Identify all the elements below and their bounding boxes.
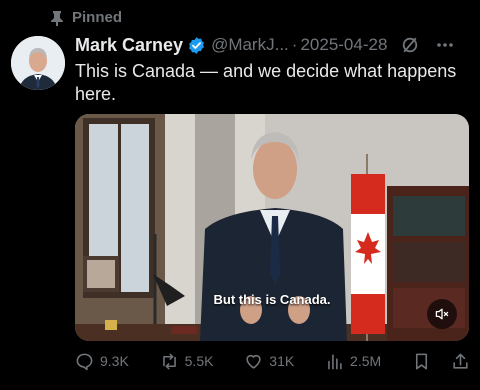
pinned-indicator: Pinned [50, 9, 122, 26]
more-options-icon[interactable] [435, 35, 455, 55]
bookmark-icon [415, 353, 428, 369]
verified-badge-icon[interactable] [187, 36, 206, 55]
avatar[interactable] [11, 36, 65, 90]
reply-icon [76, 353, 93, 370]
secondary-actions [412, 352, 470, 371]
bookmark-button[interactable] [412, 352, 431, 371]
tweet-header: Mark Carney @MarkJ... · 2025-04-28 [75, 33, 470, 57]
author-name[interactable]: Mark Carney [75, 35, 183, 56]
mute-button[interactable] [427, 299, 457, 329]
view-count: 2.5M [350, 353, 382, 369]
pinned-label: Pinned [72, 9, 123, 26]
pin-icon [50, 10, 64, 26]
views-chart-icon [328, 353, 342, 369]
repost-count: 5.5K [184, 353, 214, 369]
like-button[interactable]: 31K [244, 352, 294, 371]
video-player[interactable]: But this is Canada. [75, 114, 469, 341]
tweet-text: This is Canada — and we decide what happ… [75, 61, 457, 104]
header-separator: · [291, 35, 298, 54]
views-button[interactable]: 2.5M [325, 352, 381, 371]
repost-button[interactable]: 5.5K [160, 352, 214, 371]
heart-icon [246, 354, 261, 369]
share-button[interactable] [451, 352, 470, 371]
repost-icon [162, 353, 176, 369]
reply-count: 9.3K [100, 353, 129, 369]
speaker-muted-icon [435, 308, 449, 320]
tweet-date[interactable]: 2025-04-28 [300, 35, 387, 55]
share-icon [453, 353, 468, 369]
reply-button[interactable]: 9.3K [75, 352, 129, 371]
tweet-actions: 9.3K 5.5K 31K 2.5M [75, 350, 470, 372]
grok-icon[interactable] [401, 36, 419, 54]
author-handle[interactable]: @MarkJ... [211, 35, 289, 55]
like-count: 31K [269, 353, 295, 369]
video-caption: But this is Canada. [213, 292, 331, 307]
